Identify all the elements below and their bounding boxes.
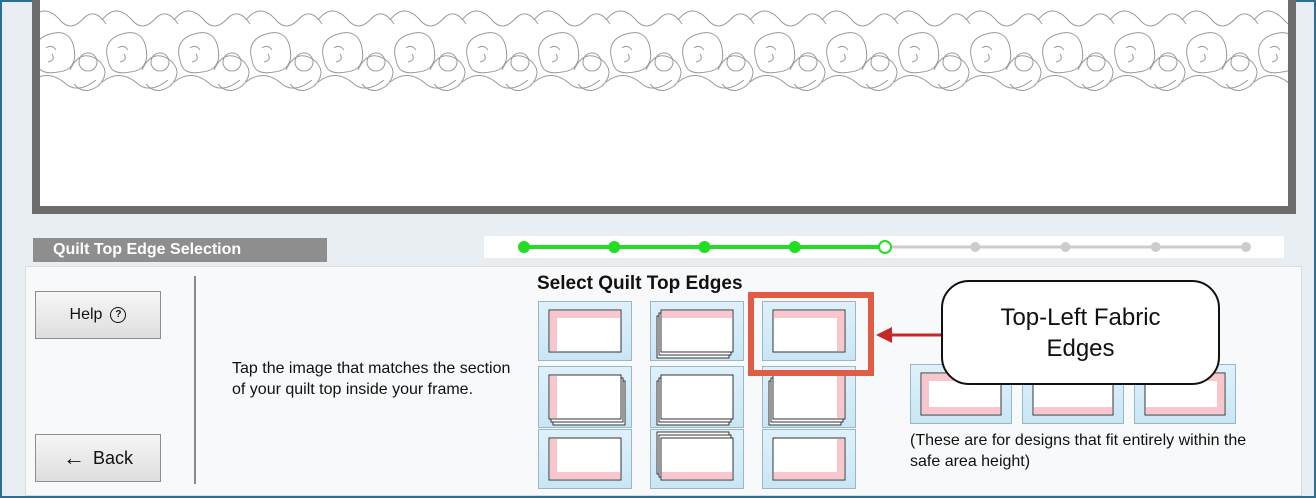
progress-step-dot xyxy=(1241,242,1251,252)
callout-line2: Edges xyxy=(1046,335,1115,362)
question-icon: ? xyxy=(110,307,127,323)
edge-option-bottom[interactable] xyxy=(650,429,744,489)
callout-arrow xyxy=(876,327,942,343)
callout-bubble: Top-Left Fabric Edges xyxy=(941,280,1220,385)
help-button[interactable]: Help ? xyxy=(35,291,161,339)
edge-option-bottom-left[interactable] xyxy=(538,429,632,489)
progress-step-dot xyxy=(518,241,530,253)
progress-step-dot xyxy=(698,241,711,253)
back-label: Back xyxy=(92,447,134,468)
progress-step-dot xyxy=(878,240,892,254)
edge-option-bottom-right[interactable] xyxy=(762,429,856,489)
help-label: Help xyxy=(69,306,103,323)
progress-step-dot xyxy=(1060,242,1071,252)
instruction-text: Tap the image that matches the section o… xyxy=(232,360,511,398)
pattern-preview xyxy=(32,0,1296,214)
back-arrow-icon: ← xyxy=(62,445,85,470)
grid-title: Select Quilt Top Edges xyxy=(537,273,743,294)
edge-option-top-left[interactable] xyxy=(538,301,632,361)
edge-option-right[interactable] xyxy=(762,366,856,428)
edge-option-top[interactable] xyxy=(650,301,744,361)
note-text: (These are for designs that fit entirely… xyxy=(910,432,1247,470)
progress-step-dot xyxy=(970,242,981,252)
progress-step-dot xyxy=(1150,242,1161,252)
panel-divider xyxy=(194,276,196,484)
step-progress xyxy=(484,236,1284,258)
progress-step-dot xyxy=(788,241,801,253)
edge-option-left[interactable] xyxy=(538,366,632,428)
edge-option-center[interactable] xyxy=(650,366,744,428)
progress-step-dot xyxy=(608,241,621,253)
edge-option-top-left-selected[interactable] xyxy=(762,301,856,361)
back-button[interactable]: ← Back xyxy=(35,434,161,482)
callout-line1: Top-Left Fabric xyxy=(1000,304,1161,331)
section-title: Quilt Top Edge Selection xyxy=(33,238,327,262)
